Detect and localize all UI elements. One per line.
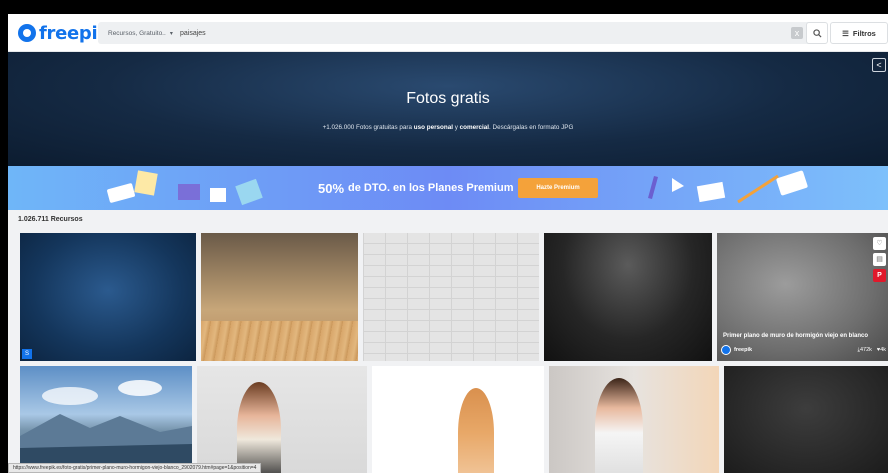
promo-discount: 50% — [318, 180, 345, 196]
collection-icon[interactable]: ▤ — [873, 253, 886, 266]
photo-tile-mountain-lake[interactable] — [20, 366, 192, 473]
premium-promo-banner[interactable]: 50% de DTO. en los Planes Premium Hazte … — [8, 166, 888, 210]
kitten-figure — [458, 388, 494, 473]
share-icon: < — [876, 60, 882, 70]
photo-tile-wood-table[interactable] — [201, 233, 358, 361]
brick-texture — [363, 233, 539, 361]
search-scope-label: Recursos, Gratuito.. — [108, 29, 166, 37]
photo-tile-business-woman[interactable] — [549, 366, 719, 473]
top-navbar: freepik Recursos, Gratuito.. ▾ paisajes … — [8, 14, 888, 52]
search-input[interactable]: paisajes — [180, 22, 206, 44]
likes-stat: ♥4k — [877, 347, 886, 354]
page-title: Fotos gratis — [406, 90, 490, 107]
browser-viewport: freepik Recursos, Gratuito.. ▾ paisajes … — [8, 14, 888, 473]
wood-floor — [201, 321, 358, 361]
subtitle-bold-personal: uso personal — [413, 124, 453, 131]
status-bar-url: https://www.freepik.es/foto-gratis/prime… — [8, 463, 262, 473]
page-subtitle: +1.026.000 Fotos gratuitas para uso pers… — [8, 124, 888, 131]
tile-stats: ⤓472k ♥4k — [858, 347, 886, 354]
photo-tile-surprised-woman[interactable] — [197, 366, 367, 473]
filter-icon: ☰ — [842, 28, 849, 38]
freepik-logo[interactable]: freepik — [18, 22, 109, 44]
downloads-stat: ⤓472k — [858, 347, 872, 354]
chevron-down-icon: ▾ — [169, 30, 173, 37]
subtitle-bold-commercial: comercial — [459, 124, 490, 131]
mountain-illustration — [20, 380, 192, 473]
photo-tile-concrete-wall[interactable]: ♡ ▤ P Primer plano de muro de hormigón v… — [717, 233, 888, 361]
photo-tile-dark-texture[interactable] — [724, 366, 888, 473]
photo-tile-dark-spotlight[interactable] — [544, 233, 712, 361]
hero-banner: < Fotos gratis +1.026.000 Fotos gratuita… — [8, 52, 888, 166]
promo-description: de DTO. en los Planes Premium — [348, 182, 514, 194]
pencil-illustration — [648, 170, 808, 204]
author-avatar — [721, 345, 731, 355]
author-name: freepik — [734, 347, 753, 353]
search-button[interactable] — [806, 22, 828, 44]
filters-label: Filtros — [852, 28, 876, 38]
clear-search-button[interactable]: x — [791, 27, 803, 39]
premium-badge-icon: S — [22, 349, 32, 359]
pinterest-icon[interactable]: P — [873, 269, 886, 282]
promo-text: 50% de DTO. en los Planes Premium — [318, 166, 514, 210]
woman-figure — [237, 382, 281, 473]
tile-author[interactable]: freepik — [721, 345, 752, 355]
tile-actions: ♡ ▤ P — [873, 237, 886, 282]
hazte-premium-button[interactable]: Hazte Premium — [518, 178, 598, 198]
results-count: 1.026.711 Recursos — [18, 216, 83, 223]
filters-button[interactable]: ☰ Filtros — [830, 22, 888, 44]
tile-caption: Primer plano de muro de hormigón viejo e… — [723, 333, 869, 339]
search-icon — [812, 28, 822, 38]
subtitle-text-mid: y — [452, 124, 460, 131]
downloads-count: 472k — [859, 347, 872, 353]
freepik-logo-icon — [18, 24, 36, 42]
like-heart-icon[interactable]: ♡ — [873, 237, 886, 250]
business-woman-figure — [595, 378, 643, 473]
subtitle-text-end: . Descárgalas en formato JPG — [489, 124, 574, 131]
likes-count: 4k — [880, 347, 886, 353]
photo-tile-white-bricks[interactable] — [363, 233, 539, 361]
share-button[interactable]: < — [872, 58, 886, 72]
search-scope-dropdown[interactable]: Recursos, Gratuito.. ▾ — [98, 22, 183, 44]
photo-tile-kitten[interactable] — [372, 366, 544, 473]
paper-plane-illustration — [107, 170, 263, 206]
search-bar: Recursos, Gratuito.. ▾ paisajes x — [98, 22, 828, 44]
photo-tile-blue-texture[interactable]: S — [20, 233, 196, 361]
subtitle-text: +1.026.000 Fotos gratuitas para — [322, 124, 414, 131]
